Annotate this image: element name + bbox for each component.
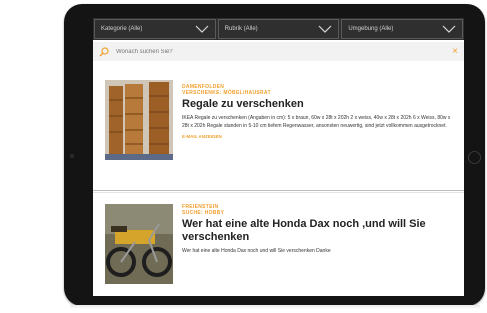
rubric-filter[interactable]: Rubrik (Alle) (217, 19, 340, 39)
clear-icon[interactable]: × (452, 46, 458, 57)
category-filter-label: Kategorie (Alle) (101, 26, 143, 32)
listing-category: VERSCHENKE: MÖBEL/HAUSRAT (182, 90, 271, 96)
listing-description: IKEA Regale zu verschenken (Angaben in c… (182, 115, 451, 129)
listing-title[interactable]: Regale zu verschenken (182, 98, 454, 111)
divider (93, 192, 464, 193)
listing-image[interactable] (105, 204, 173, 284)
area-filter-label: Umgebung (Alle) (348, 26, 394, 32)
chevron-down-icon (195, 25, 209, 33)
email-link[interactable]: E-MAIL ANZEIGEN (182, 134, 454, 139)
shelves-image (105, 80, 173, 160)
listing-meta: DAMENFOLDEN VERSCHENKE: MÖBEL/HAUSRAT Re… (182, 84, 454, 139)
screen: Kategorie (Alle) Rubrik (Alle) Umgebung … (93, 18, 464, 296)
chevron-down-icon (318, 25, 332, 33)
listing-card[interactable]: FREIENSTEIN SUCHE: HOBBY Wer hat eine al… (93, 204, 464, 296)
listing-card[interactable]: DAMENFOLDEN VERSCHENKE: MÖBEL/HAUSRAT Re… (93, 68, 464, 186)
home-button[interactable] (468, 151, 481, 164)
rubric-filter-label: Rubrik (Alle) (224, 26, 258, 32)
listing-image[interactable] (105, 80, 173, 160)
filter-bar: Kategorie (Alle) Rubrik (Alle) Umgebung … (93, 18, 464, 40)
chevron-down-icon (442, 25, 456, 33)
search-input[interactable] (114, 47, 453, 56)
listing-title[interactable]: Wer hat eine alte Honda Dax noch ,und wi… (182, 218, 454, 244)
tablet-shadow (70, 305, 480, 309)
motorbike-image (105, 204, 173, 284)
listing-description: Wer hat eine alte Honda Dax noch und wil… (182, 248, 331, 254)
search-bar: × (93, 42, 464, 61)
area-filter[interactable]: Umgebung (Alle) (341, 19, 464, 39)
camera-icon (70, 154, 74, 158)
listing-category: SUCHE: HOBBY (182, 210, 225, 216)
category-filter[interactable]: Kategorie (Alle) (94, 19, 216, 39)
listing-meta: FREIENSTEIN SUCHE: HOBBY Wer hat eine al… (182, 204, 454, 255)
divider (93, 190, 464, 191)
search-icon (99, 46, 109, 56)
